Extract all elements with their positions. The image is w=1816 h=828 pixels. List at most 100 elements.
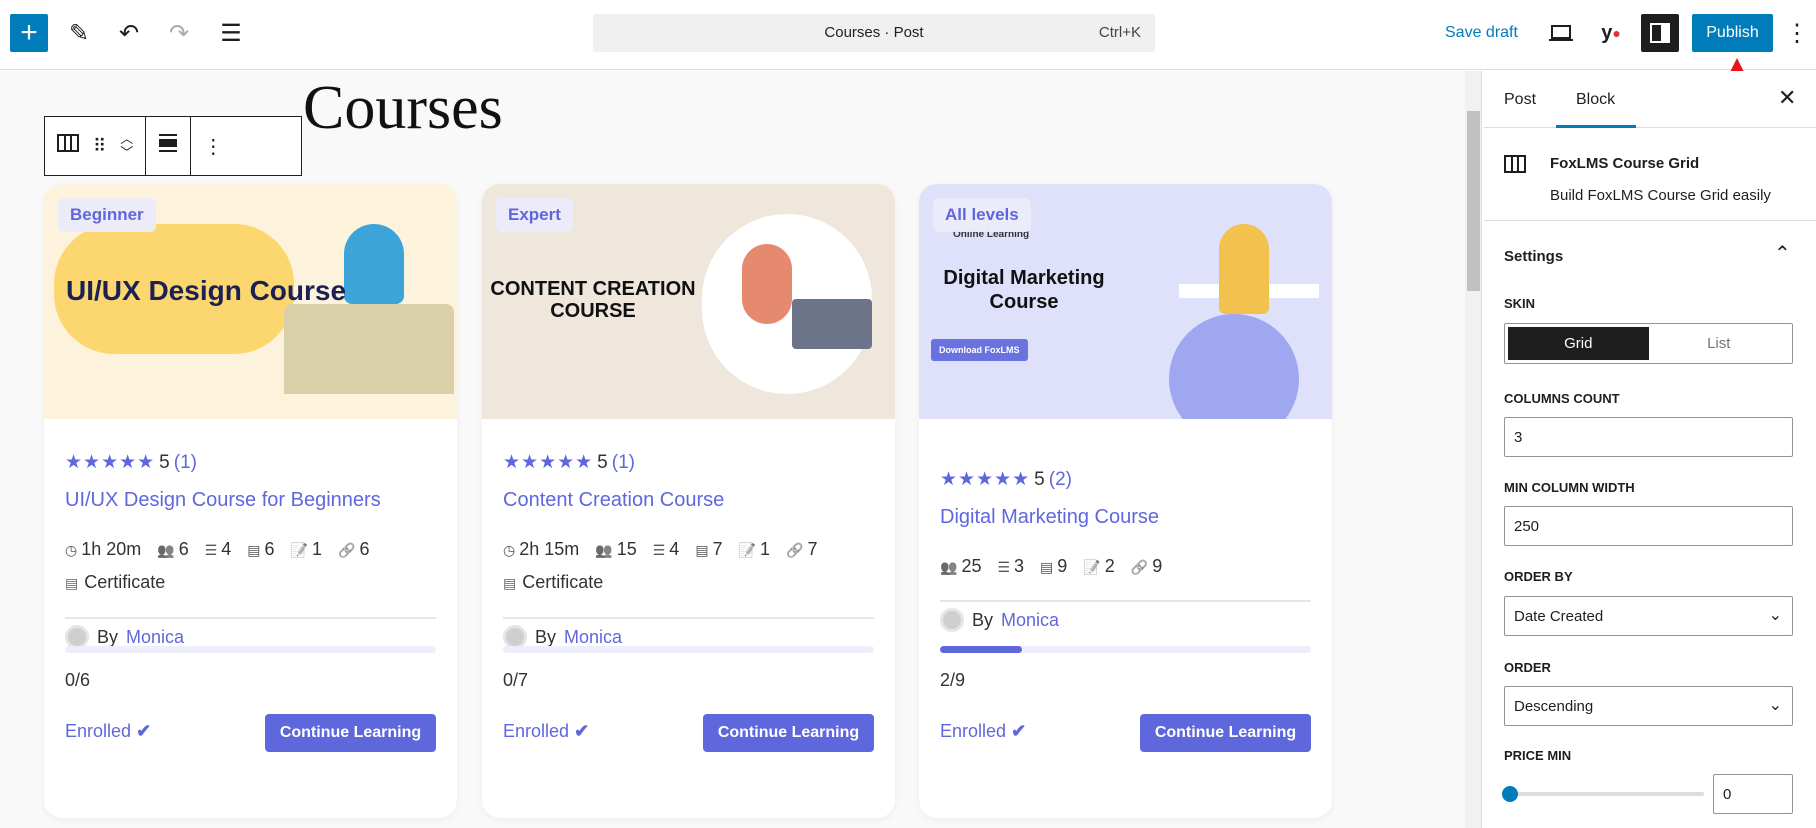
continue-learning-button[interactable]: Continue Learning — [265, 714, 436, 752]
continue-learning-button[interactable]: Continue Learning — [1140, 714, 1311, 752]
students-icon: 👥 — [940, 559, 958, 575]
review-count[interactable]: (1) — [612, 452, 635, 473]
lessons-icon: ▤ — [695, 542, 709, 558]
sections-icon: ☰ — [652, 542, 666, 558]
settings-sidebar-toggle-icon[interactable] — [1641, 14, 1679, 52]
pencil-icon[interactable]: ✎ — [60, 14, 98, 52]
by-label: By — [97, 626, 119, 647]
chevron-up-icon[interactable]: ⌃ — [1774, 241, 1791, 266]
students-count: 25 — [961, 556, 982, 576]
editor-top-bar: + ✎ ↶ ↷ ☰ Courses · Post Ctrl+K Save dra… — [0, 0, 1816, 70]
more-options-icon[interactable]: ⋮ — [203, 134, 223, 159]
move-up-down-icon[interactable]: ︿ ﹀ — [120, 132, 133, 160]
preview-icon[interactable] — [1542, 14, 1580, 52]
author: By Monica — [940, 608, 1059, 632]
quizzes-icon: 📝 — [738, 542, 756, 558]
review-count[interactable]: (2) — [1049, 469, 1072, 490]
price-min-slider[interactable] — [1502, 786, 1704, 802]
course-title-link[interactable]: Content Creation Course — [503, 489, 724, 512]
check-icon: ✔ — [574, 721, 590, 741]
quizzes-count: 1 — [311, 539, 322, 559]
certificate: ▤ Certificate — [503, 572, 603, 593]
align-icon[interactable] — [158, 133, 178, 159]
check-icon: ✔ — [1011, 721, 1027, 741]
undo-icon[interactable]: ↶ — [110, 14, 148, 52]
sections-icon: ☰ — [204, 542, 218, 558]
add-block-button[interactable]: + — [10, 14, 48, 52]
yoast-icon[interactable]: y ● — [1592, 14, 1630, 52]
duration-count: 1h 20m — [81, 539, 142, 559]
rating: ★★★★★ 5 (1) — [65, 451, 197, 474]
students-count: 6 — [178, 539, 189, 559]
assignments-icon: 🔗 — [338, 542, 356, 558]
drag-handle-icon[interactable]: ⠿ — [93, 136, 106, 157]
command-palette-button[interactable]: Courses · Post Ctrl+K — [593, 14, 1155, 52]
price-min-input[interactable]: 0 — [1713, 774, 1793, 814]
skin-toggle: Grid List — [1504, 323, 1793, 364]
course-card: Online Learning Digital Marketing Course D… — [919, 184, 1332, 818]
image-text: Digital Marketing Course — [943, 267, 1105, 313]
certificate-label: Certificate — [522, 572, 604, 592]
level-badge: Expert — [496, 198, 573, 232]
students-icon: 👥 — [595, 542, 613, 558]
level-badge: All levels — [933, 198, 1031, 232]
min-column-width-label: MIN COLUMN WIDTH — [1504, 480, 1635, 495]
clock-icon: ◷ — [503, 542, 516, 558]
settings-panel-title[interactable]: Settings — [1504, 248, 1563, 265]
redo-icon[interactable]: ↷ — [160, 14, 198, 52]
save-draft-button[interactable]: Save draft — [1445, 24, 1518, 42]
close-icon[interactable]: ✕ — [1778, 85, 1796, 111]
editor-canvas: Courses ⠿ ︿ ﹀ ⋮ UI/UX Design Course Beginn… — [0, 71, 1465, 828]
order-by-select[interactable]: Date Created ⌄ — [1504, 596, 1793, 636]
price-min-label: PRICE MIN — [1504, 748, 1572, 763]
editor-scrollbar[interactable] — [1465, 71, 1482, 828]
lessons-icon: ▤ — [1040, 559, 1054, 575]
settings-sidebar: Post Block ✕ FoxLMS Course Grid Build Fo… — [1484, 71, 1816, 828]
document-overview-icon[interactable]: ☰ — [212, 14, 250, 52]
skin-option-list[interactable]: List — [1649, 327, 1790, 360]
progress-bar — [65, 646, 436, 653]
continue-learning-button[interactable]: Continue Learning — [703, 714, 874, 752]
course-meta: ◷ 2h 15m 👥 15 ☰ 4 ▤ 7 📝 1 🔗 7 — [503, 539, 817, 560]
sections-icon: ☰ — [997, 559, 1011, 575]
enrolled-status: Enrolled ✔ — [65, 721, 151, 742]
image-text: CONTENT CREATION COURSE — [490, 278, 696, 322]
sections-count: 4 — [669, 539, 680, 559]
block-description: Build FoxLMS Course Grid easily — [1550, 187, 1771, 204]
certificate: ▤ Certificate — [65, 572, 165, 593]
quizzes-count: 2 — [1104, 556, 1115, 576]
order-select[interactable]: Descending ⌄ — [1504, 686, 1793, 726]
slider-handle[interactable] — [1502, 786, 1518, 802]
options-menu-icon[interactable]: ⋮ — [1782, 14, 1812, 52]
course-title-link[interactable]: UI/UX Design Course for Beginners — [65, 489, 381, 512]
page-title[interactable]: Courses — [303, 73, 503, 144]
tab-block[interactable]: Block — [1576, 91, 1615, 109]
certificate-icon: ▤ — [65, 575, 79, 591]
review-count[interactable]: (1) — [174, 452, 197, 473]
enrolled-status: Enrolled ✔ — [503, 721, 589, 742]
course-image[interactable]: UI/UX Design Course Beginner — [44, 184, 457, 419]
quizzes-count: 1 — [760, 539, 771, 559]
course-image[interactable]: Online Learning Digital Marketing Course D… — [919, 184, 1332, 419]
certificate-icon: ▤ — [503, 575, 517, 591]
author-link[interactable]: Monica — [126, 627, 184, 648]
columns-count-label: COLUMNS COUNT — [1504, 391, 1620, 406]
skin-option-grid[interactable]: Grid — [1508, 327, 1649, 360]
columns-block-icon[interactable] — [57, 134, 79, 158]
author-link[interactable]: Monica — [564, 627, 622, 648]
order-by-value: Date Created — [1514, 608, 1604, 625]
check-icon: ✔ — [136, 721, 152, 741]
assignments-count: 6 — [359, 539, 370, 559]
assignments-icon: 🔗 — [786, 542, 804, 558]
columns-count-input[interactable]: 3 — [1504, 417, 1793, 457]
min-column-width-input[interactable]: 250 — [1504, 506, 1793, 546]
course-image[interactable]: CONTENT CREATION COURSE Expert — [482, 184, 895, 419]
divider — [65, 617, 436, 619]
enrolled-label: Enrolled — [503, 721, 570, 741]
author-link[interactable]: Monica — [1001, 610, 1059, 631]
publish-button[interactable]: Publish — [1692, 14, 1773, 52]
lessons-count: 9 — [1057, 556, 1068, 576]
enrolled-label: Enrolled — [940, 721, 1007, 741]
course-title-link[interactable]: Digital Marketing Course — [940, 506, 1159, 529]
tab-post[interactable]: Post — [1504, 91, 1536, 109]
